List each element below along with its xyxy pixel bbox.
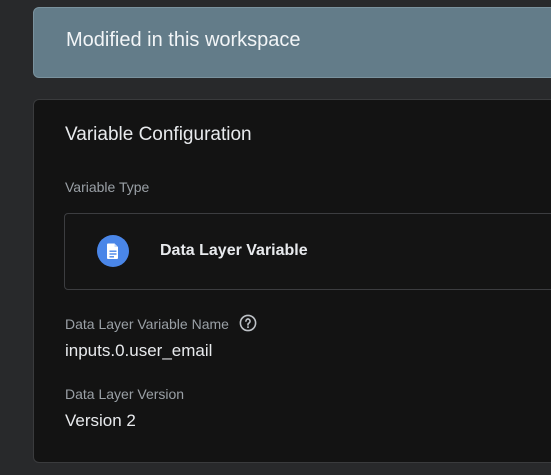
workspace-status-banner: Modified in this workspace [33,7,551,78]
data-layer-version-label: Data Layer Version [65,386,185,402]
document-icon [97,235,129,267]
variable-type-selector[interactable]: Data Layer Variable [64,213,551,290]
variable-editor: Modified in this workspace Variable Conf… [0,0,551,475]
help-circle-icon[interactable] [239,314,257,332]
data-layer-variable-name-label: Data Layer Variable Name [65,314,257,334]
card-title: Variable Configuration [65,124,252,145]
variable-type-label: Variable Type [65,179,150,195]
data-layer-variable-name-value: inputs.0.user_email [65,341,213,360]
variable-type-name: Data Layer Variable [160,242,308,259]
data-layer-version-value: Version 2 [65,411,136,430]
variable-configuration-card[interactable]: Variable Configuration Variable Type Dat… [33,99,551,463]
field-label-text: Data Layer Variable Name [65,316,229,332]
banner-text: Modified in this workspace [66,29,301,51]
